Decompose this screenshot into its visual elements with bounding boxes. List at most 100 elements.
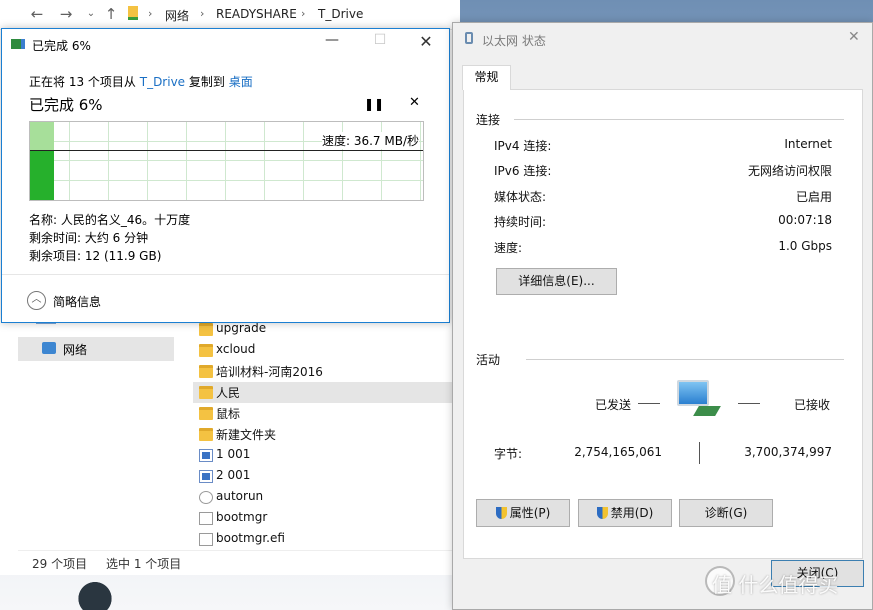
selected-count: 选中 1 个项目 xyxy=(106,557,182,571)
network-icon xyxy=(42,342,56,354)
copy-progress-dialog: 已完成 6% — ☐ ✕ 正在将 13 个项目从 T_Drive 复制到 桌面 … xyxy=(1,28,450,323)
list-item[interactable]: 1 001 xyxy=(193,445,453,466)
disable-button-label: 禁用(D) xyxy=(610,506,654,520)
grid-line xyxy=(186,122,187,200)
duration-label: 持续时间: xyxy=(494,215,547,229)
grid-line xyxy=(225,122,226,200)
progress-fill xyxy=(30,150,54,200)
speed-label: 速度: xyxy=(494,241,523,255)
chevron-up-icon[interactable]: ︿ xyxy=(27,291,46,310)
desktop-tree-decoration xyxy=(70,572,120,610)
dialog-title: 已完成 6% xyxy=(32,39,91,53)
file-name: xcloud xyxy=(216,342,256,356)
folder-icon xyxy=(199,407,213,420)
list-item[interactable]: autorun xyxy=(193,487,453,508)
pause-icon[interactable]: ❚❚ xyxy=(364,97,384,111)
sidebar-item-network[interactable]: 网络 xyxy=(18,337,174,361)
close-icon[interactable]: ✕ xyxy=(409,95,420,110)
network-drive-icon xyxy=(128,6,138,20)
recent-locations-chevron-icon[interactable]: ⌄ xyxy=(82,5,100,23)
folder-icon xyxy=(199,323,213,336)
sidebar-item-label: 网络 xyxy=(63,343,88,357)
dialog-title: 以太网 状态 xyxy=(482,34,546,48)
close-icon[interactable]: ✕ xyxy=(848,29,860,45)
media-state-value: 已启用 xyxy=(795,190,832,204)
speed-line xyxy=(30,150,423,151)
destination-link[interactable]: 桌面 xyxy=(229,75,253,89)
forward-arrow-icon[interactable]: → xyxy=(57,5,75,23)
minimize-button[interactable]: — xyxy=(322,32,342,48)
disable-button[interactable]: 禁用(D) xyxy=(578,499,672,527)
watermark-text: 值 什么值得买 xyxy=(712,573,839,597)
breadcrumb-separator-icon: › xyxy=(148,7,153,20)
copy-icon xyxy=(11,39,25,49)
file-name: autorun xyxy=(216,489,264,503)
duration-value: 00:07:18 xyxy=(778,213,832,227)
grid-line xyxy=(69,122,70,200)
breadcrumb-t-drive[interactable]: T_Drive xyxy=(318,7,363,21)
list-item[interactable]: 2 001 xyxy=(193,466,453,487)
list-item[interactable]: bootmgr.efi xyxy=(193,529,453,550)
address-bar: ← → ⌄ ↑ › 网络 › READYSHARE › T_Drive xyxy=(0,0,460,30)
speed-value: 1.0 Gbps xyxy=(778,239,832,253)
details-button-label: 详细信息(E)... xyxy=(518,274,595,288)
properties-button-label: 属性(P) xyxy=(509,506,551,520)
copy-description-mid: 复制到 xyxy=(188,75,225,89)
bytes-label: 字节: xyxy=(494,447,523,461)
section-rule xyxy=(526,359,844,360)
grid-line xyxy=(108,122,109,200)
breadcrumb-separator-icon: › xyxy=(200,7,205,20)
grid-line xyxy=(264,122,265,200)
item-count: 29 个项目 xyxy=(32,557,88,571)
folder-icon xyxy=(199,428,213,441)
ipv6-value: 无网络访问权限 xyxy=(747,164,832,178)
file-name: 1 001 xyxy=(216,447,251,461)
list-item[interactable]: 培训材料-河南2016 xyxy=(193,361,453,382)
bytes-divider xyxy=(699,442,700,464)
list-item[interactable]: 新建文件夹 xyxy=(193,424,453,445)
grid-line xyxy=(147,122,148,200)
ipv4-value: Internet xyxy=(784,137,832,151)
less-info-link[interactable]: 简略信息 xyxy=(53,293,101,310)
grid-line xyxy=(30,160,423,161)
breadcrumb-separator-icon: › xyxy=(301,7,306,20)
speed-label: 速度: 36.7 MB/秒 xyxy=(321,132,419,149)
grid-line xyxy=(303,122,304,200)
folder-icon xyxy=(199,365,213,378)
grid-line xyxy=(30,180,423,181)
list-item[interactable]: bootmgr xyxy=(193,508,453,529)
folder-icon xyxy=(199,344,213,357)
uac-shield-icon xyxy=(596,507,608,519)
properties-button[interactable]: 属性(P) xyxy=(476,499,570,527)
list-item[interactable]: 鼠标 xyxy=(193,403,453,424)
ethernet-status-dialog: 以太网 状态 ✕ 常规 连接 IPv4 连接: Internet IPv6 连接… xyxy=(452,22,873,610)
diagnose-button-label: 诊断(G) xyxy=(704,506,748,520)
up-arrow-icon[interactable]: ↑ xyxy=(102,5,120,23)
breadcrumb-network[interactable]: 网络 xyxy=(165,7,189,24)
file-name: 人民 xyxy=(216,386,241,400)
close-button[interactable]: ✕ xyxy=(416,32,436,51)
items-remaining-line: 剩余项目: 12 (11.9 GB) xyxy=(29,249,162,263)
back-arrow-icon[interactable]: ← xyxy=(28,5,46,23)
tab-general[interactable]: 常规 xyxy=(462,65,511,90)
file-name: 2 001 xyxy=(216,468,251,482)
progress-heading: 已完成 6% xyxy=(29,96,103,114)
transfer-speed-graph: 速度: 36.7 MB/秒 xyxy=(29,121,424,201)
diagnose-button[interactable]: 诊断(G) xyxy=(679,499,773,527)
bytes-sent-value: 2,754,165,061 xyxy=(574,445,662,459)
general-panel: 连接 IPv4 连接: Internet IPv6 连接: 无网络访问权限 媒体… xyxy=(463,89,863,559)
status-bar: 29 个项目 选中 1 个项目 xyxy=(18,550,458,572)
breadcrumb-readyshare[interactable]: READYSHARE xyxy=(216,7,297,21)
list-item[interactable]: 人民 xyxy=(193,382,453,403)
settings-file-icon xyxy=(199,491,213,504)
received-dash xyxy=(738,403,760,404)
sent-dash xyxy=(638,403,660,404)
details-button[interactable]: 详细信息(E)... xyxy=(496,268,617,295)
file-name: upgrade xyxy=(216,321,267,335)
sent-label: 已发送 xyxy=(595,398,632,412)
list-item[interactable]: xcloud xyxy=(193,340,453,361)
maximize-button[interactable]: ☐ xyxy=(370,32,390,48)
bytes-received-value: 3,700,374,997 xyxy=(744,445,832,459)
file-icon xyxy=(199,533,213,546)
source-link[interactable]: T_Drive xyxy=(140,75,185,89)
